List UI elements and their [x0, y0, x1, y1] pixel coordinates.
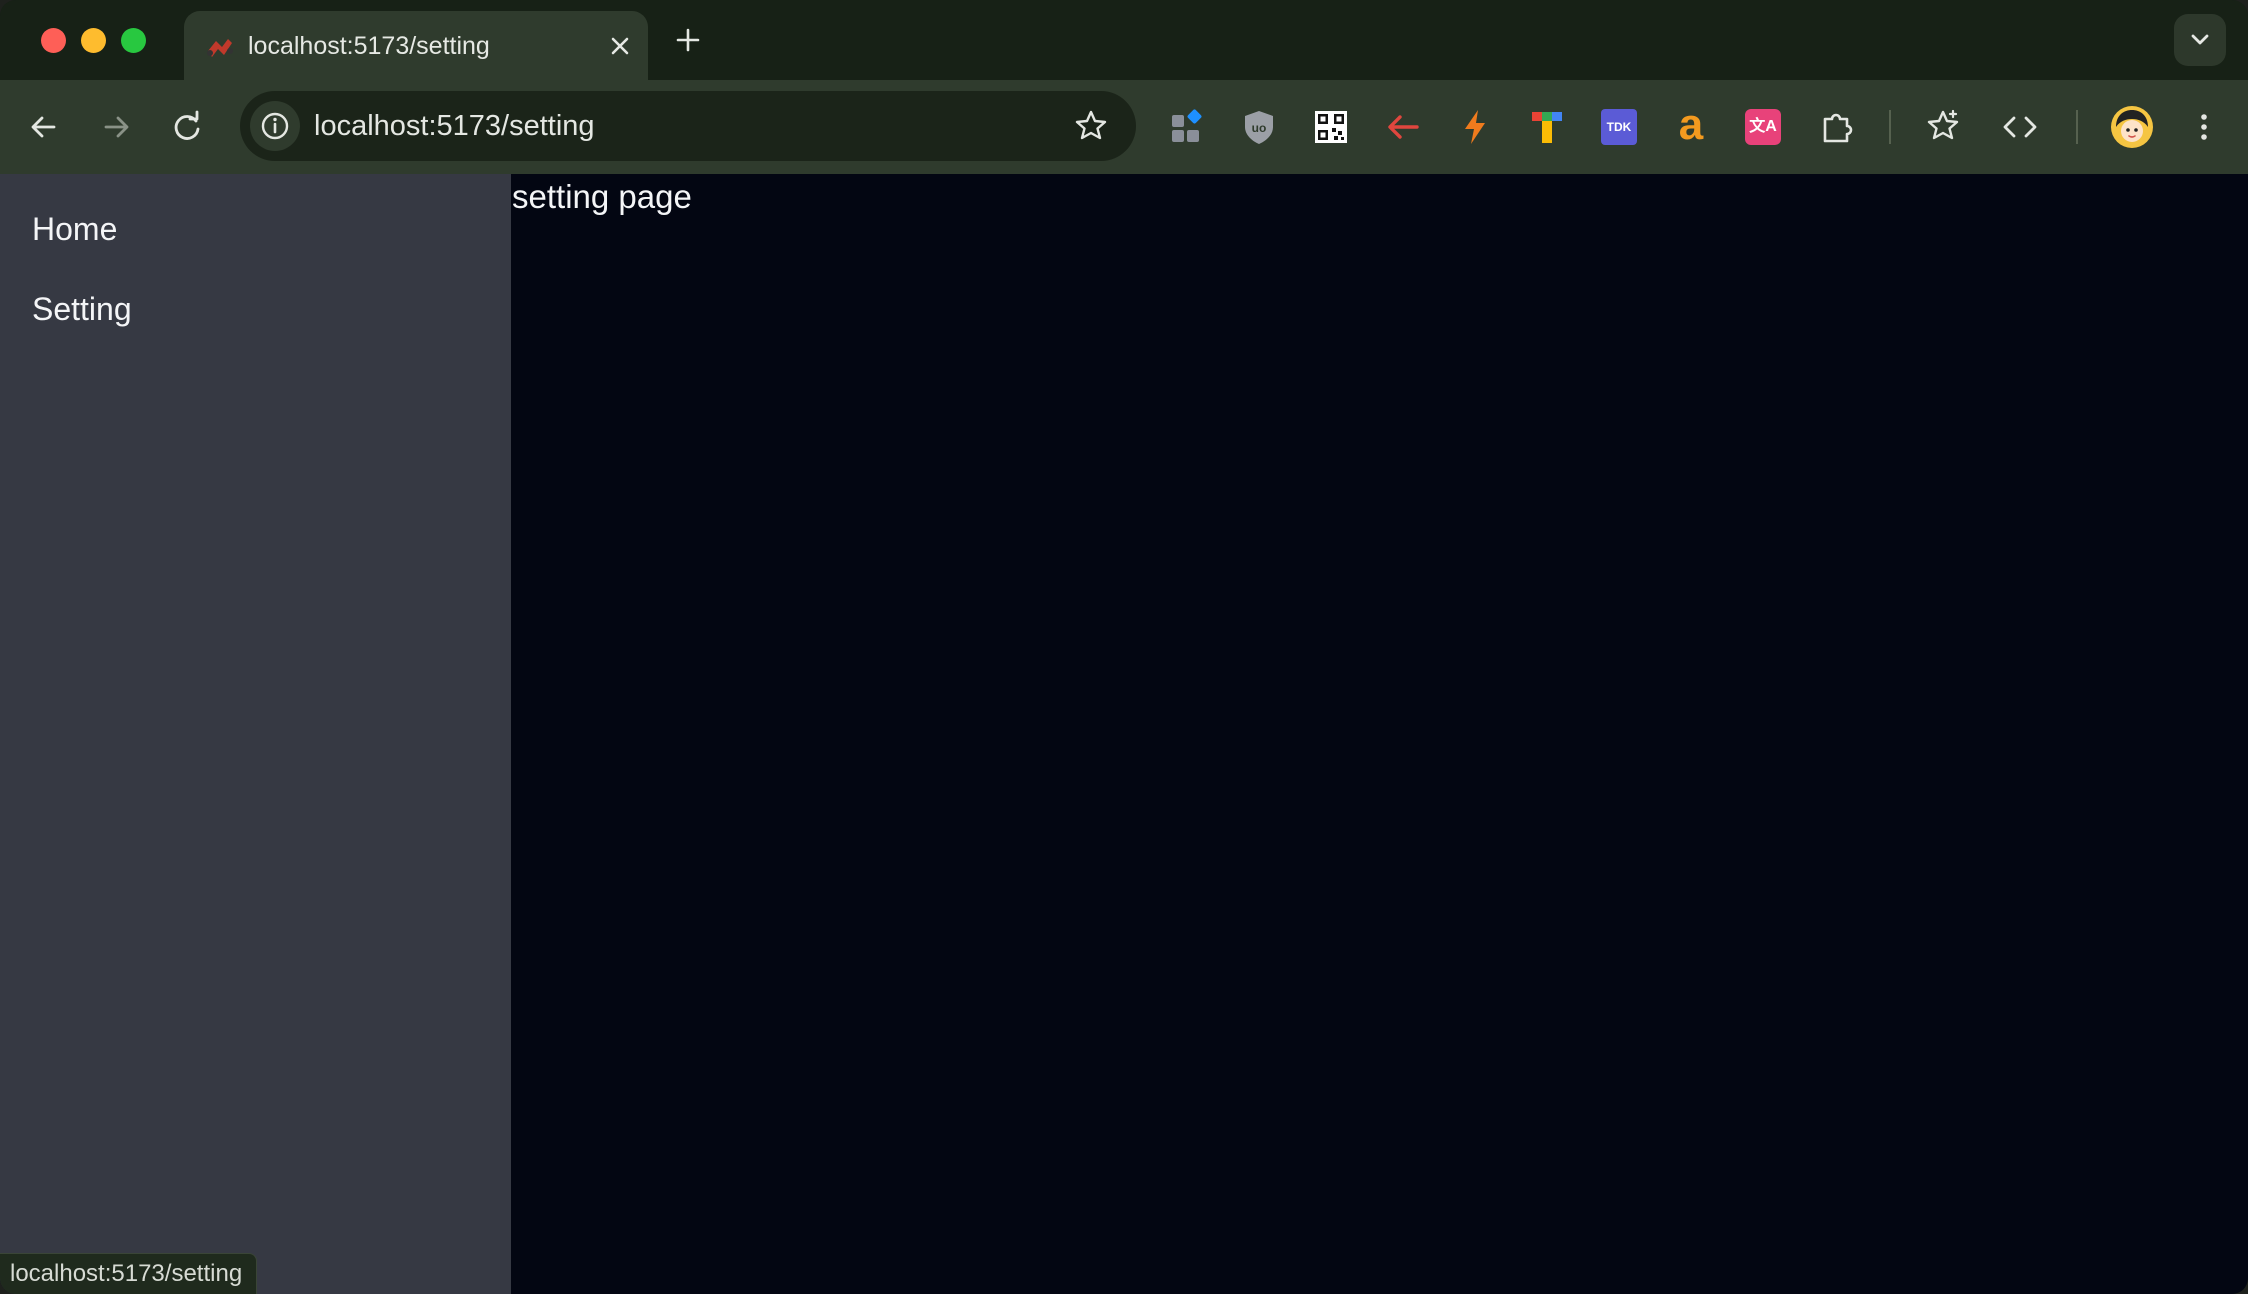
back-arrow-icon[interactable]	[22, 105, 66, 149]
info-icon	[261, 112, 289, 140]
favicon-icon	[207, 39, 233, 57]
bookmark-star-icon[interactable]	[1072, 107, 1110, 145]
tdk-icon[interactable]: TDK	[1601, 109, 1637, 145]
sidebar-item-home[interactable]: Home	[32, 209, 117, 249]
browser-toolbar: localhost:5173/setting uo TDK a 文A	[0, 80, 2248, 174]
more-menu-icon[interactable]	[2184, 107, 2224, 147]
ublock-shield-icon[interactable]: uo	[1239, 107, 1279, 147]
new-tab-icon[interactable]	[670, 22, 706, 58]
translate-icon[interactable]: 文A	[1745, 109, 1781, 145]
sidebar: Home Setting	[0, 174, 511, 1294]
status-bar-url: localhost:5173/setting	[0, 1253, 258, 1294]
window-maximize-button[interactable]	[121, 28, 146, 53]
sidebar-item-setting[interactable]: Setting	[32, 289, 132, 329]
toolbar-separator	[1889, 110, 1891, 144]
tab-title: localhost:5173/setting	[248, 32, 490, 60]
qr-code-icon[interactable]	[1311, 107, 1351, 147]
grid-extension-icon[interactable]	[1167, 107, 1207, 147]
profile-avatar[interactable]	[2110, 105, 2154, 149]
favorites-star-icon[interactable]	[1923, 107, 1963, 147]
web-page: Home Setting setting page localhost:5173…	[0, 174, 2248, 1294]
tab-close-icon[interactable]	[602, 28, 638, 64]
tab-strip: localhost:5173/setting	[0, 0, 2248, 80]
reload-icon[interactable]	[165, 105, 209, 149]
toolbar-separator	[2076, 110, 2078, 144]
browser-tab-active[interactable]: localhost:5173/setting	[184, 11, 648, 80]
site-info-button[interactable]	[250, 101, 300, 151]
page-content-text: setting page	[512, 178, 692, 215]
puzzle-piece-icon[interactable]	[1817, 107, 1857, 147]
forward-arrow-icon[interactable]	[94, 105, 138, 149]
red-arrow-back-icon[interactable]	[1383, 107, 1423, 147]
lightning-bolt-icon[interactable]	[1455, 107, 1495, 147]
code-brackets-icon[interactable]	[2000, 107, 2040, 147]
browser-window: localhost:5173/setting localhost:5173/se…	[0, 0, 2248, 1294]
colorful-t-icon[interactable]	[1527, 107, 1567, 147]
address-bar[interactable]: localhost:5173/setting	[240, 91, 1136, 161]
svg-text:uo: uo	[1252, 121, 1267, 135]
tab-search-button[interactable]	[2174, 14, 2226, 66]
window-close-button[interactable]	[41, 28, 66, 53]
amazon-a-icon[interactable]: a	[1671, 103, 1711, 147]
chevron-down-icon	[2191, 34, 2209, 45]
window-minimize-button[interactable]	[81, 28, 106, 53]
url-text[interactable]: localhost:5173/setting	[314, 106, 595, 146]
